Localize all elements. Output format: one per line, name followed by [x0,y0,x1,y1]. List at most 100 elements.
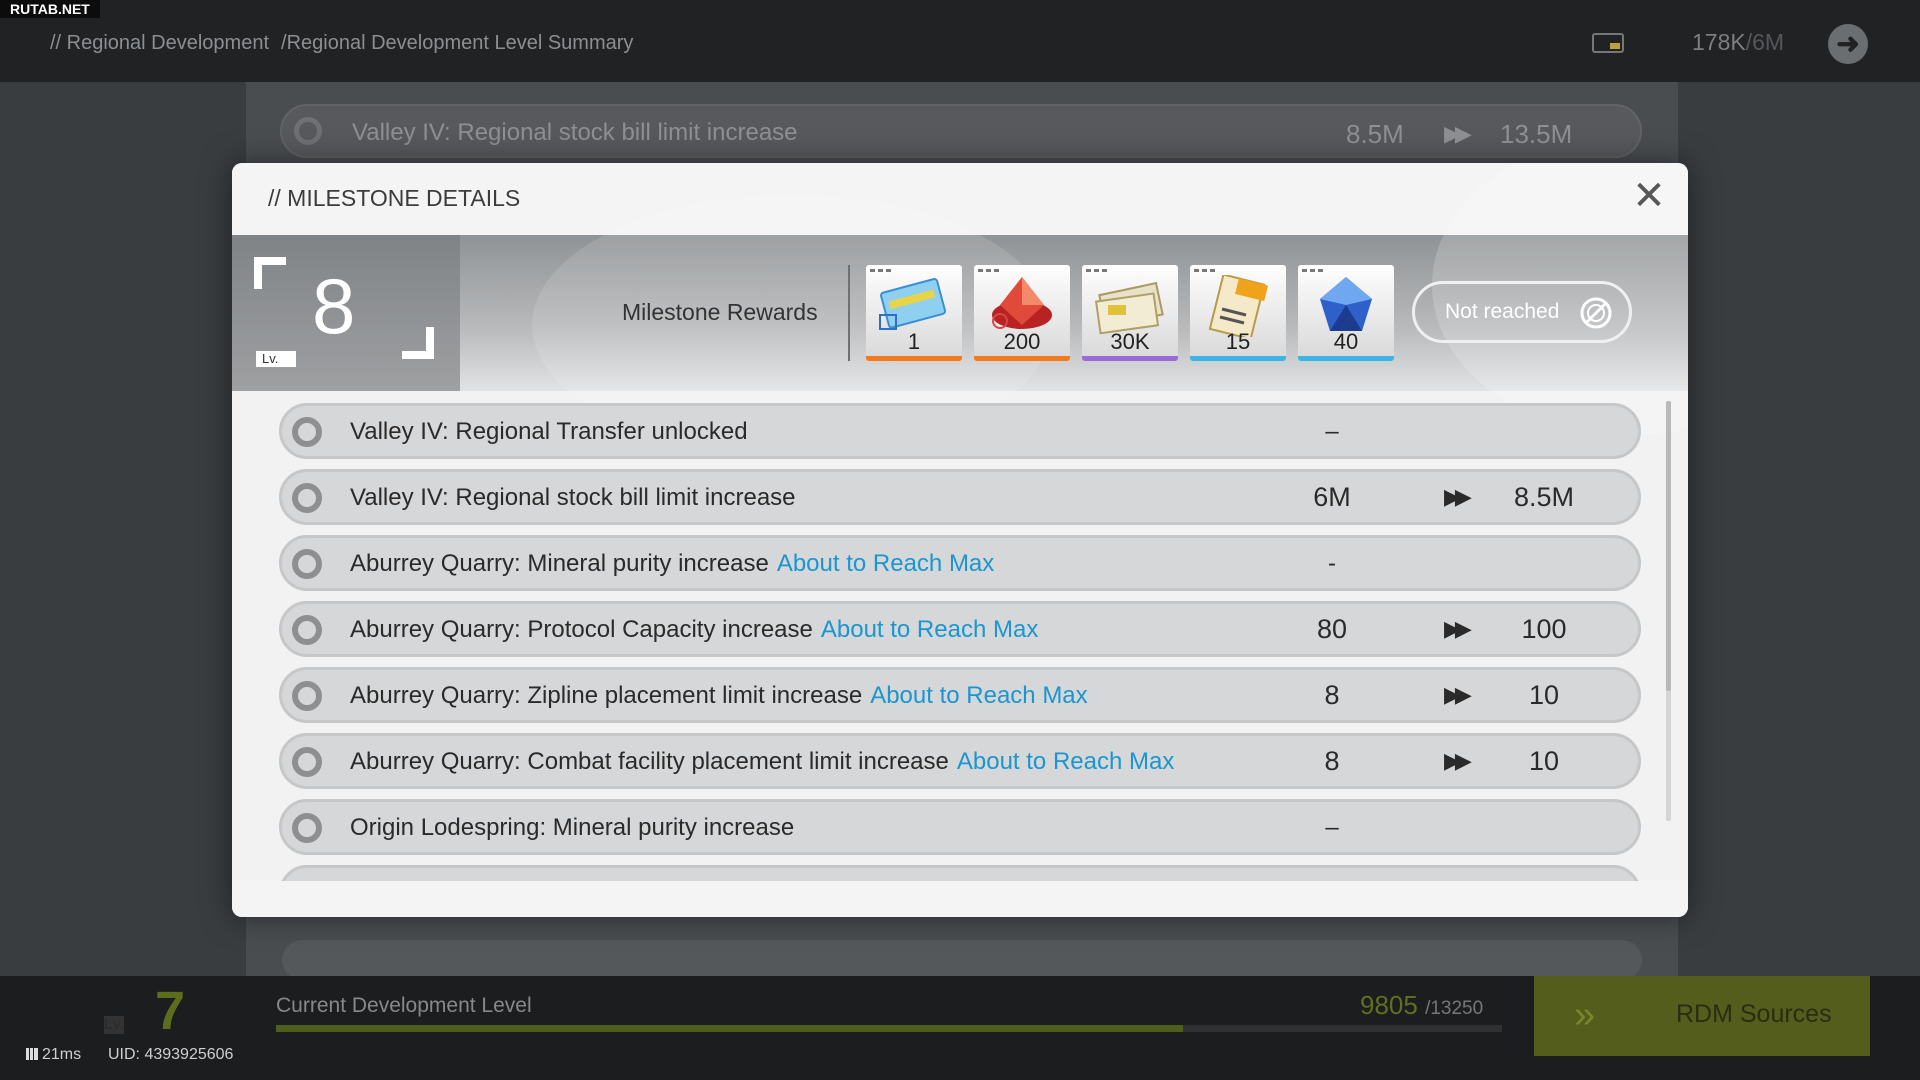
reward-quantity: 30K [1110,329,1150,354]
footer-level-number: 7 [155,981,186,1041]
ping-value: 21ms [42,1046,82,1063]
effect-value-from: 80 [1316,614,1348,644]
prohibited-icon [1580,297,1612,329]
fast-forward-icon: ▶▶ [1444,748,1472,773]
watermark: RUTAB.NET [0,0,100,18]
corner-bracket-icon [402,327,434,359]
radio-circle-icon [292,813,322,843]
stock-bill-counter: 178K/6M [1692,29,1784,56]
reward-item-ticket[interactable]: 1 [866,265,962,361]
milestone-status-badge: Not reached [1412,281,1632,343]
radio-circle-icon [292,747,322,777]
reward-quantity: 15 [1225,329,1251,354]
effect-label: Valley IV: Regional stock bill limit inc… [350,484,796,512]
reward-marks [978,269,1002,272]
rdm-sources-label: RDM Sources [1676,1000,1832,1028]
footer-level-prefix: Lv. [104,1016,125,1034]
radio-circle-icon [292,483,322,513]
max-level-tag: About to Reach Max [820,616,1039,643]
reward-rarity-bar [1298,356,1394,361]
effect-value-dash: - [1328,550,1336,577]
milestone-status-text: Not reached [1445,300,1560,323]
effect-label: Origin Lodespring: Mineral purity increa… [350,814,794,842]
list-scrollbar[interactable] [1666,401,1671,821]
effect-label: Valley IV: Regional Transfer unlocked [350,418,748,446]
back-arrow-icon[interactable]: ➜ [1828,24,1868,64]
list-item-partial [279,865,1641,881]
reward-item-bill-stack[interactable]: 30K [1082,265,1178,361]
reward-item-red-crystal[interactable]: 200 [974,265,1070,361]
effect-text: Aburrey Quarry: Protocol Capacity increa… [350,616,813,643]
milestone-rewards-label: Milestone Rewards [622,299,818,325]
reward-quantity: 200 [1003,329,1041,354]
reward-rarity-bar [974,356,1070,361]
reward-marks [1302,269,1326,272]
list-item: Valley IV: Regional Transfer unlocked – [279,403,1641,459]
reward-rarity-bar [866,356,962,361]
reward-item-blue-gem[interactable]: 40 [1298,265,1394,361]
effect-label: Aburrey Quarry: Mineral purity increase A… [350,550,994,578]
list-item: Aburrey Quarry: Mineral purity increase A… [279,535,1641,591]
development-points-max: /13250 [1425,998,1484,1019]
scrollbar-thumb[interactable] [1666,401,1671,691]
milestone-effects-list[interactable]: Valley IV: Regional Transfer unlocked – … [232,391,1688,881]
background-row-label: Valley IV: Regional stock bill limit inc… [352,119,798,146]
reward-marks [1086,269,1110,272]
reward-rarity-bar [1082,356,1178,361]
effect-value-dash: – [1325,418,1339,445]
double-chevron-icon: » [1574,994,1595,1036]
effect-value-to: 8.5M [1513,482,1575,512]
stock-bill-max: /6M [1745,29,1785,55]
milestone-level-prefix: Lv. [256,351,296,367]
reward-item-exp-book[interactable]: 15 [1190,265,1286,361]
effect-label: Aburrey Quarry: Zipline placement limit … [350,682,1088,710]
ping-indicator: 21ms [26,1046,81,1064]
divider [848,265,850,361]
effect-text: Origin Lodespring: Mineral purity increa… [350,814,795,841]
effect-value-from: 8 [1324,680,1340,710]
effect-label: Aburrey Quarry: Protocol Capacity increa… [350,616,1038,644]
milestone-details-modal: // MILESTONE DETAILS ✕ 8 Lv. Milestone R… [232,163,1688,917]
rdm-sources-button[interactable]: » RDM Sources [1534,976,1870,1056]
background-list-row-partial [282,940,1642,980]
reward-quantity: 40 [1333,329,1359,354]
fast-forward-icon: ▶▶ [1444,484,1472,509]
effect-value-to: 100 [1521,614,1567,644]
breadcrumb-item-regional-development[interactable]: // Regional Development [50,32,269,54]
effect-value-dash: – [1325,814,1339,841]
reward-marks [870,269,894,272]
radio-circle-icon [294,117,322,145]
signal-icon [26,1048,38,1060]
effect-value-from: 6M [1313,482,1351,512]
list-item: Aburrey Quarry: Combat facility placemen… [279,733,1641,789]
fast-forward-icon: ▶▶ [1444,616,1472,641]
effect-text: Aburrey Quarry: Zipline placement limit … [350,682,863,709]
breadcrumb: // Regional Development/Regional Develop… [50,32,645,55]
radio-circle-icon [292,417,322,447]
milestone-level-box: 8 Lv. [232,235,460,391]
effect-text: Aburrey Quarry: Mineral purity increase [350,550,769,577]
radio-circle-icon [292,549,322,579]
fast-forward-icon: ▶▶ [1444,682,1472,707]
user-id: UID: 4393925606 [108,1046,234,1063]
development-level-title: Current Development Level [276,994,532,1017]
max-level-tag: About to Reach Max [870,682,1088,709]
effect-label: Aburrey Quarry: Combat facility placemen… [350,748,1174,776]
list-item: Aburrey Quarry: Zipline placement limit … [279,667,1641,723]
reward-quantity: 1 [907,329,921,354]
fast-forward-icon: ▶▶ [1444,121,1472,146]
stock-bill-icon [1592,33,1624,53]
max-level-tag: About to Reach Max [776,550,995,577]
exp-book-icon [1208,275,1269,337]
effect-text: Valley IV: Regional stock bill limit inc… [350,484,796,511]
background-row-from: 8.5M [1346,119,1404,149]
milestone-banner: 8 Lv. Milestone Rewards 1 200 30K 15 40 … [232,163,1688,455]
list-item: Valley IV: Regional stock bill limit inc… [279,469,1641,525]
bill-stack-icon [1094,281,1164,335]
development-points-value: 9805 [1360,990,1418,1020]
ticket-icon [879,278,947,330]
development-progress-fill [276,1025,1184,1032]
corner-bracket-icon [254,257,286,289]
radio-circle-icon [292,615,322,645]
background-row-to: 13.5M [1500,119,1573,149]
